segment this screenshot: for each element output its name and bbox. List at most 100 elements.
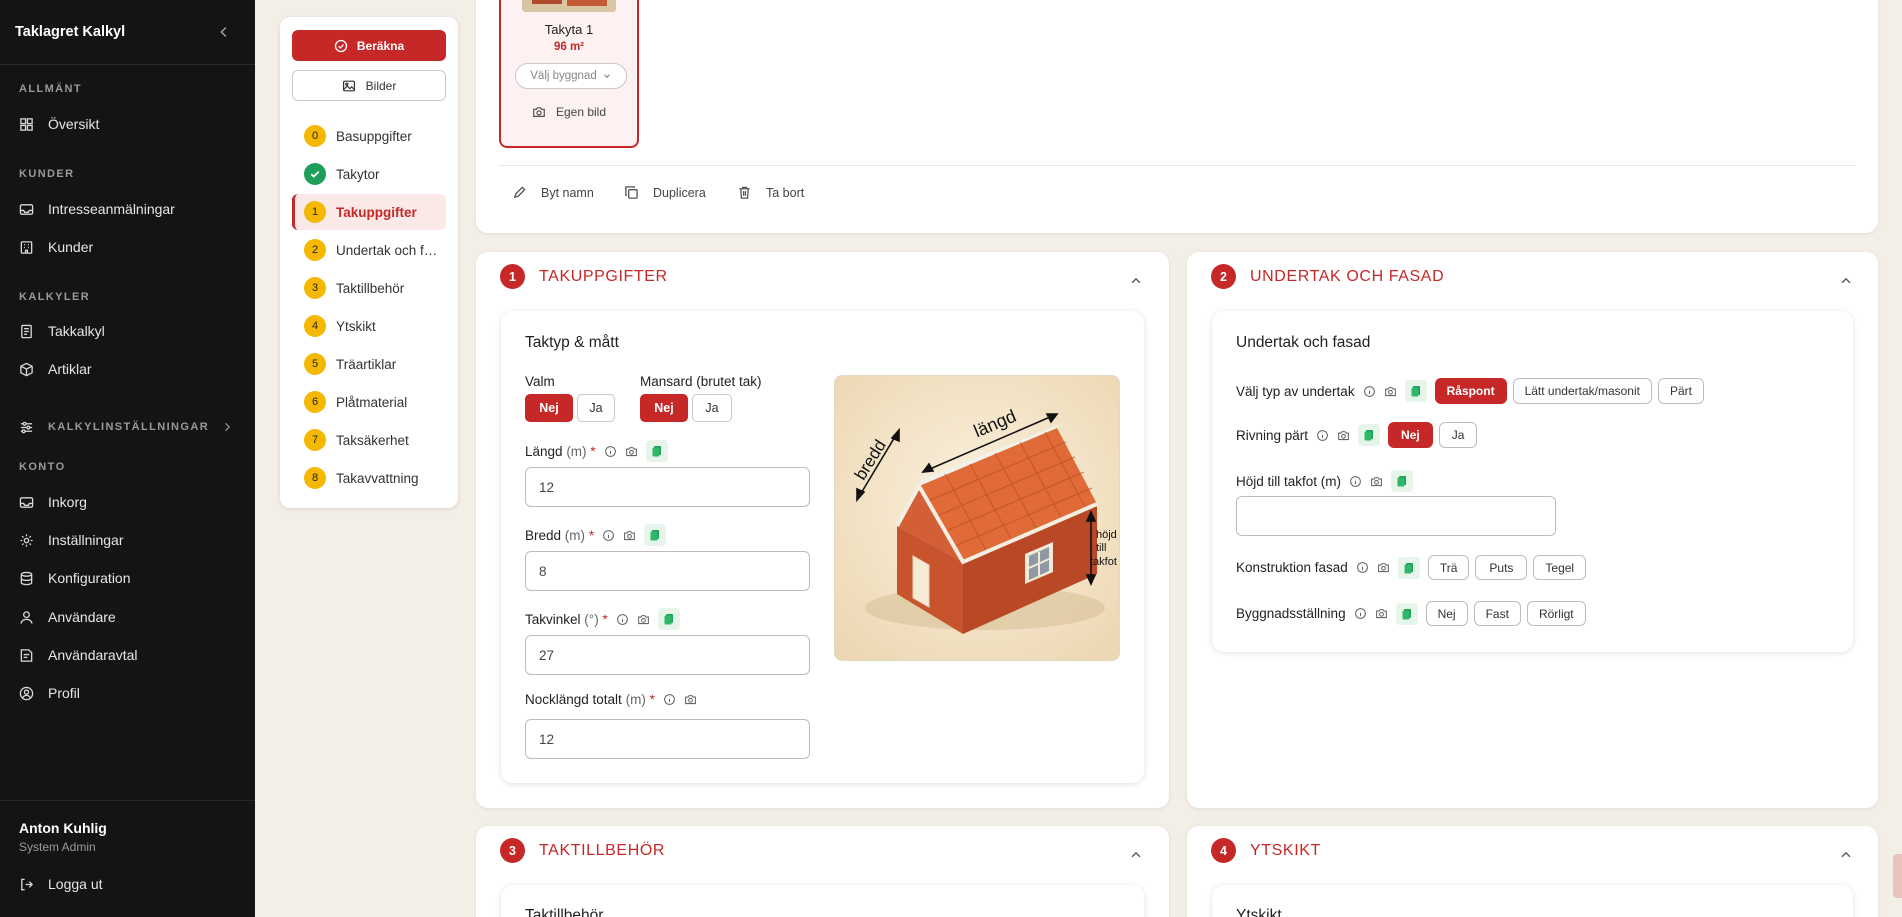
sidebar-item-profil[interactable]: Profil (19, 681, 239, 705)
eave-height-input[interactable] (1236, 496, 1556, 536)
sidebar-item-intresseanmalningar[interactable]: Intresseanmälningar (19, 197, 239, 221)
step-ytskikt[interactable]: 4 Ytskikt (292, 308, 446, 344)
info-icon[interactable] (663, 693, 676, 706)
trash-icon (739, 186, 750, 199)
sidebar-item-artiklar[interactable]: Artiklar (19, 357, 239, 381)
building-select[interactable]: Välj byggnad (515, 63, 627, 89)
logout-button[interactable]: Logga ut (19, 872, 239, 896)
sidebar-item-label: Artiklar (48, 361, 92, 377)
camera-icon[interactable] (637, 613, 650, 626)
mansard-yes-button[interactable]: Ja (692, 394, 732, 422)
info-icon[interactable] (1354, 607, 1367, 620)
step-traartiklar[interactable]: 5 Träartiklar (292, 346, 446, 382)
option-nej[interactable]: Nej (1425, 601, 1468, 626)
document-green-icon[interactable] (657, 608, 680, 630)
sidebar-item-takkalkyl[interactable]: Takkalkyl (19, 319, 239, 343)
chevron-right-icon[interactable] (221, 421, 233, 433)
step-takuppgifter[interactable]: 1 Takuppgifter (292, 194, 446, 230)
section-header[interactable]: 3 TAKTILLBEHÖR (500, 838, 665, 863)
document-green-icon[interactable] (1391, 470, 1414, 492)
step-badge: 8 (304, 467, 326, 489)
roof-surface-card[interactable]: Takyta 1 96 m² Välj byggnad Egen bild (499, 0, 639, 148)
document-green-icon[interactable] (1397, 556, 1420, 579)
info-icon[interactable] (604, 445, 617, 458)
own-image-button[interactable]: Egen bild (501, 105, 637, 119)
field-unit: (m) (625, 692, 646, 707)
camera-icon[interactable] (623, 529, 636, 542)
step-platmaterial[interactable]: 6 Plåtmaterial (292, 384, 446, 420)
scaffold-options: Nej Fast Rörligt (1425, 601, 1586, 626)
step-taksakerhet[interactable]: 7 Taksäkerhet (292, 422, 446, 458)
camera-icon[interactable] (1384, 385, 1397, 398)
info-icon[interactable] (1316, 429, 1329, 442)
option-rorligt[interactable]: Rörligt (1526, 601, 1586, 626)
sidebar-item-oversikt[interactable]: Översikt (19, 112, 239, 136)
sidebar-item-kunder[interactable]: Kunder (19, 235, 239, 259)
chevron-up-icon[interactable] (1129, 848, 1143, 862)
step-taktillbehor[interactable]: 3 Taktillbehör (292, 270, 446, 306)
scroll-handle[interactable] (1893, 854, 1902, 898)
bredd-input[interactable]: 8 (525, 551, 810, 591)
camera-icon[interactable] (1375, 607, 1388, 620)
option-tra[interactable]: Trä (1427, 555, 1470, 580)
collapse-sidebar-icon[interactable] (217, 25, 231, 39)
step-badge: 5 (304, 353, 326, 375)
images-button[interactable]: Bilder (292, 70, 446, 101)
calculate-button[interactable]: Beräkna (292, 30, 446, 61)
check-circle-icon (334, 39, 347, 52)
sidebar-item-inkorg[interactable]: Inkorg (19, 490, 239, 514)
document-green-icon[interactable] (1395, 602, 1418, 625)
document-green-icon[interactable] (1404, 380, 1427, 402)
info-icon[interactable] (616, 613, 629, 626)
mansard-toggle: Nej Ja (640, 394, 732, 422)
option-tegel[interactable]: Tegel (1533, 555, 1587, 580)
sidebar-item-installningar[interactable]: Inställningar (19, 528, 239, 552)
sidebar-item-anvandaravtal[interactable]: Användaravtal (19, 643, 239, 667)
info-icon[interactable] (1363, 385, 1376, 398)
option-latt-undertak[interactable]: Lätt undertak/masonit (1512, 378, 1652, 404)
document-green-icon[interactable] (644, 524, 667, 546)
mansard-no-button[interactable]: Nej (640, 394, 688, 422)
section-header[interactable]: 4 YTSKIKT (1211, 838, 1321, 863)
option-fast[interactable]: Fast (1473, 601, 1521, 626)
nocklangd-input[interactable]: 12 (525, 719, 810, 759)
option-part[interactable]: Pärt (1657, 378, 1704, 404)
sidebar-item-kalkylinstallningar[interactable]: KALKYLINSTÄLLNINGAR (19, 415, 239, 439)
camera-icon[interactable] (684, 693, 697, 706)
section-header[interactable]: 1 TAKUPPGIFTER (500, 264, 668, 289)
document-green-icon[interactable] (645, 440, 668, 462)
info-icon[interactable] (602, 529, 615, 542)
document-green-icon[interactable] (1358, 424, 1381, 446)
chevron-up-icon[interactable] (1839, 274, 1853, 288)
valm-no-button[interactable]: Nej (525, 394, 573, 422)
info-icon[interactable] (1349, 475, 1362, 488)
option-nej[interactable]: Nej (1388, 422, 1433, 448)
camera-icon[interactable] (1337, 429, 1350, 442)
roof-thumbnail (522, 0, 616, 12)
option-raspont[interactable]: Råspont (1434, 378, 1507, 404)
section-label-kalkylinstallningar: KALKYLINSTÄLLNINGAR (48, 421, 210, 433)
info-icon[interactable] (1356, 561, 1369, 574)
camera-icon[interactable] (1370, 475, 1383, 488)
camera-icon[interactable] (1377, 561, 1390, 574)
takvinkel-input[interactable]: 27 (525, 635, 810, 675)
step-undertak-och-fasad[interactable]: 2 Undertak och fasad (292, 232, 446, 268)
camera-icon[interactable] (625, 445, 638, 458)
sidebar-item-anvandare[interactable]: Användare (19, 605, 239, 629)
rename-button[interactable]: Byt namn (512, 185, 594, 200)
step-takytor[interactable]: Takytor (292, 156, 446, 192)
chevron-up-icon[interactable] (1839, 848, 1853, 862)
step-basuppgifter[interactable]: 0 Basuppgifter (292, 118, 446, 154)
sidebar-item-konfiguration[interactable]: Konfiguration (19, 566, 239, 590)
option-puts[interactable]: Puts (1475, 555, 1528, 580)
section-header[interactable]: 2 UNDERTAK OCH FASAD (1211, 264, 1444, 289)
step-takavvattning[interactable]: 8 Takavvattning (292, 460, 446, 496)
langd-input[interactable]: 12 (525, 467, 810, 507)
chevron-up-icon[interactable] (1129, 274, 1143, 288)
option-ja[interactable]: Ja (1438, 422, 1478, 448)
step-label: Plåtmaterial (336, 394, 408, 410)
duplicate-button[interactable]: Duplicera (624, 185, 706, 200)
required-marker: * (602, 611, 608, 627)
valm-yes-button[interactable]: Ja (577, 394, 615, 422)
delete-button[interactable]: Ta bort (737, 185, 804, 200)
